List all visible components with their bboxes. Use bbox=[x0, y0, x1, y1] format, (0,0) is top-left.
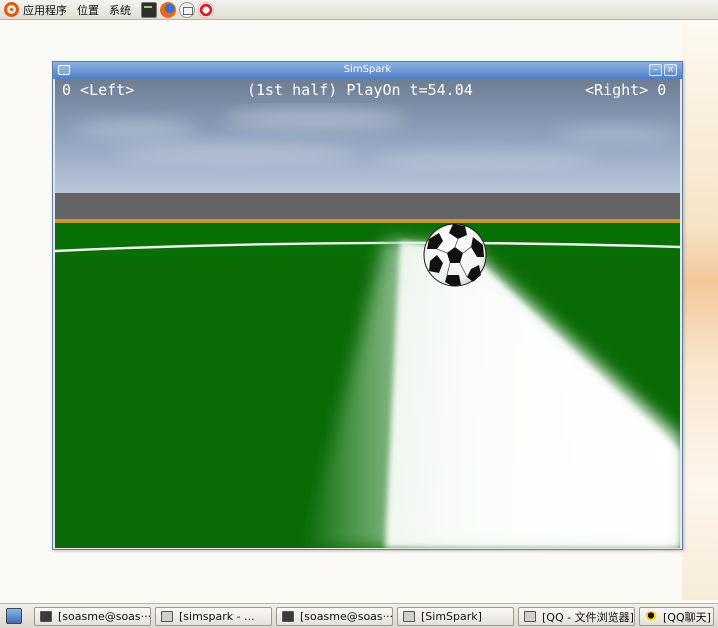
task-terminal-1[interactable]: [soasme@soas··· bbox=[34, 607, 151, 626]
window-icon bbox=[403, 611, 415, 622]
applications-menu[interactable]: 应用程序 bbox=[4, 0, 67, 20]
task-label: [soasme@soas··· bbox=[58, 610, 151, 623]
file-browser-icon bbox=[524, 611, 536, 622]
game-viewport[interactable]: 0 <Left> (1st half) PlayOn t=54.04 <Righ… bbox=[55, 79, 680, 548]
applications-menu-label: 应用程序 bbox=[23, 3, 67, 17]
hud-game-status: (1st half) PlayOn t=54.04 bbox=[247, 81, 473, 99]
bottom-taskbar: [soasme@soas··· [simspark - ... [soasme@… bbox=[0, 603, 718, 628]
stadium-wall bbox=[55, 193, 680, 222]
task-label: [QQ - 文件浏览器] bbox=[542, 610, 634, 624]
window-title: SimSpark bbox=[343, 64, 392, 75]
minimize-button[interactable]: – bbox=[649, 64, 662, 76]
task-label: [soasme@soas··· bbox=[300, 610, 393, 623]
hud-right-team: <Right> 0 bbox=[585, 81, 667, 99]
desktop-wallpaper bbox=[682, 20, 718, 600]
soccer-ball bbox=[423, 223, 487, 287]
task-terminal-2[interactable]: [soasme@soas··· bbox=[276, 607, 393, 626]
task-label: [simspark - ... bbox=[179, 610, 255, 623]
window-titlebar[interactable]: SimSpark – × bbox=[53, 62, 682, 79]
task-label: [QQ聊天] bbox=[663, 610, 711, 624]
task-qq-chat[interactable]: [QQ聊天] bbox=[639, 607, 714, 626]
system-menu[interactable]: 系统 bbox=[109, 0, 131, 20]
system-menu-label: 系统 bbox=[109, 3, 131, 17]
game-scene bbox=[55, 79, 680, 548]
qq-penguin-icon bbox=[645, 611, 657, 622]
simspark-window[interactable]: SimSpark – × 0 <Left> (1st half) PlayOn … bbox=[52, 61, 683, 550]
terminal-icon bbox=[40, 611, 52, 622]
show-desktop-icon[interactable] bbox=[6, 608, 22, 624]
terminal-icon[interactable] bbox=[141, 1, 157, 18]
top-panel: 应用程序 位置 系统 bbox=[0, 0, 718, 20]
close-button[interactable]: × bbox=[664, 64, 677, 76]
text-editor-icon bbox=[161, 611, 173, 622]
places-menu[interactable]: 位置 bbox=[77, 0, 99, 20]
help-icon[interactable] bbox=[198, 1, 214, 18]
task-simspark[interactable]: [SimSpark] bbox=[397, 607, 514, 626]
task-qq-file-browser[interactable]: [QQ - 文件浏览器] bbox=[518, 607, 635, 626]
task-simspark-editor[interactable]: [simspark - ... bbox=[155, 607, 272, 626]
mail-icon[interactable] bbox=[179, 1, 195, 18]
ubuntu-logo-icon bbox=[4, 2, 19, 17]
firefox-icon[interactable] bbox=[160, 1, 176, 18]
terminal-icon bbox=[282, 611, 294, 622]
task-label: [SimSpark] bbox=[421, 610, 482, 623]
boundary-stripe bbox=[55, 219, 680, 223]
hud-left-team: 0 <Left> bbox=[62, 81, 135, 99]
places-menu-label: 位置 bbox=[77, 3, 99, 17]
